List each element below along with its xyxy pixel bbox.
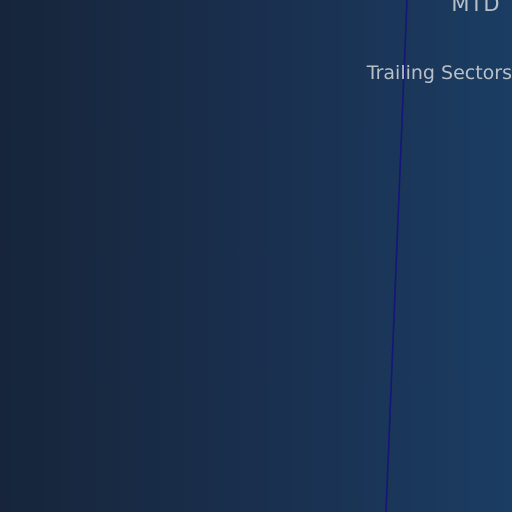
dashboard-panel: MTD Trailing Sectors: [0, 0, 512, 512]
period-label: MTD: [451, 0, 500, 16]
trailing-sectors-heading: Trailing Sectors: [366, 62, 512, 84]
